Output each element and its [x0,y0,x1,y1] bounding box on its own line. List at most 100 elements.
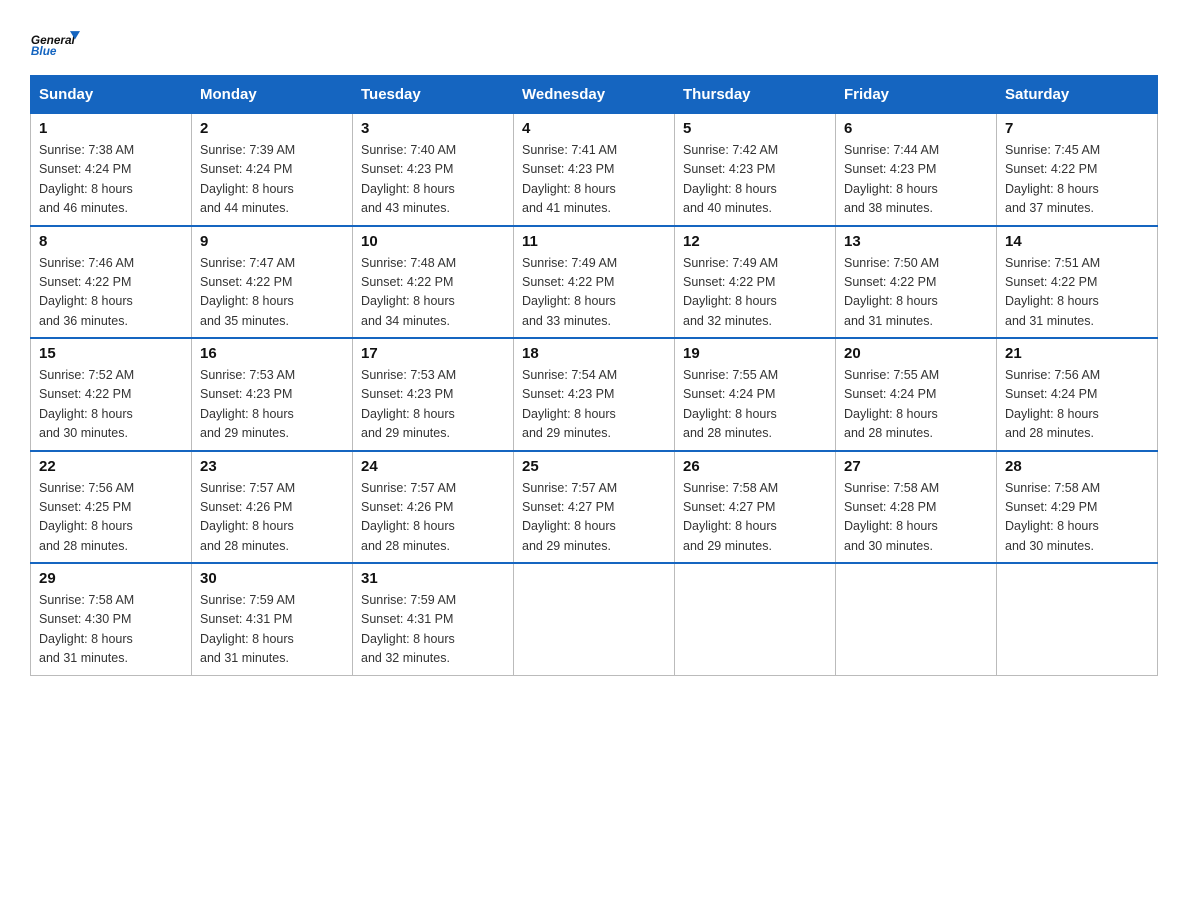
calendar-cell: 26 Sunrise: 7:58 AMSunset: 4:27 PMDayligh… [675,451,836,564]
day-info: Sunrise: 7:40 AMSunset: 4:23 PMDaylight:… [361,141,505,219]
day-header-tuesday: Tuesday [353,76,514,114]
day-number: 19 [683,345,827,362]
calendar-cell [514,563,675,675]
calendar-cell: 9 Sunrise: 7:47 AMSunset: 4:22 PMDaylight… [192,226,353,339]
day-number: 13 [844,233,988,250]
day-info: Sunrise: 7:57 AMSunset: 4:26 PMDaylight:… [361,479,505,557]
day-number: 15 [39,345,183,362]
calendar-cell: 22Sunrise: 7:56 AMSunset: 4:25 PMDayligh… [31,451,192,564]
day-info: Sunrise: 7:49 AMSunset: 4:22 PMDaylight:… [522,254,666,332]
day-number: 20 [844,345,988,362]
calendar-cell [836,563,997,675]
day-number: 29 [39,570,183,587]
calendar-cell: 13Sunrise: 7:50 AMSunset: 4:22 PMDayligh… [836,226,997,339]
calendar-cell: 8 Sunrise: 7:46 AMSunset: 4:22 PMDaylight… [31,226,192,339]
calendar-cell: 23 Sunrise: 7:57 AMSunset: 4:26 PMDayligh… [192,451,353,564]
day-number: 11 [522,233,666,250]
day-number: 5 [683,120,827,137]
calendar-cell: 30 Sunrise: 7:59 AMSunset: 4:31 PMDayligh… [192,563,353,675]
day-info: Sunrise: 7:58 AMSunset: 4:29 PMDaylight:… [1005,479,1149,557]
calendar-week-row: 8 Sunrise: 7:46 AMSunset: 4:22 PMDaylight… [31,226,1158,339]
calendar-cell: 21Sunrise: 7:56 AMSunset: 4:24 PMDayligh… [997,338,1158,451]
day-number: 24 [361,458,505,475]
calendar-week-row: 1Sunrise: 7:38 AMSunset: 4:24 PMDaylight… [31,114,1158,226]
calendar-cell: 19 Sunrise: 7:55 AMSunset: 4:24 PMDayligh… [675,338,836,451]
day-info: Sunrise: 7:55 AMSunset: 4:24 PMDaylight:… [844,366,988,444]
day-info: Sunrise: 7:45 AMSunset: 4:22 PMDaylight:… [1005,141,1149,219]
calendar-cell: 12Sunrise: 7:49 AMSunset: 4:22 PMDayligh… [675,226,836,339]
day-number: 8 [39,233,183,250]
day-number: 14 [1005,233,1149,250]
svg-text:Blue: Blue [31,44,57,58]
day-info: Sunrise: 7:58 AMSunset: 4:30 PMDaylight:… [39,591,183,669]
day-info: Sunrise: 7:52 AMSunset: 4:22 PMDaylight:… [39,366,183,444]
day-number: 4 [522,120,666,137]
day-number: 7 [1005,120,1149,137]
calendar-cell: 27Sunrise: 7:58 AMSunset: 4:28 PMDayligh… [836,451,997,564]
day-number: 12 [683,233,827,250]
calendar-cell: 14 Sunrise: 7:51 AMSunset: 4:22 PMDayligh… [997,226,1158,339]
day-number: 16 [200,345,344,362]
day-info: Sunrise: 7:38 AMSunset: 4:24 PMDaylight:… [39,141,183,219]
day-header-thursday: Thursday [675,76,836,114]
calendar-cell: 28 Sunrise: 7:58 AMSunset: 4:29 PMDayligh… [997,451,1158,564]
calendar-cell: 15 Sunrise: 7:52 AMSunset: 4:22 PMDayligh… [31,338,192,451]
day-info: Sunrise: 7:54 AMSunset: 4:23 PMDaylight:… [522,366,666,444]
day-number: 28 [1005,458,1149,475]
page-header: General Blue [30,20,1158,65]
day-info: Sunrise: 7:59 AMSunset: 4:31 PMDaylight:… [361,591,505,669]
calendar-cell: 16 Sunrise: 7:53 AMSunset: 4:23 PMDayligh… [192,338,353,451]
day-info: Sunrise: 7:55 AMSunset: 4:24 PMDaylight:… [683,366,827,444]
day-number: 21 [1005,345,1149,362]
day-number: 9 [200,233,344,250]
day-info: Sunrise: 7:44 AMSunset: 4:23 PMDaylight:… [844,141,988,219]
day-number: 2 [200,120,344,137]
calendar-cell: 18 Sunrise: 7:54 AMSunset: 4:23 PMDayligh… [514,338,675,451]
calendar-cell: 29 Sunrise: 7:58 AMSunset: 4:30 PMDayligh… [31,563,192,675]
calendar-cell: 10Sunrise: 7:48 AMSunset: 4:22 PMDayligh… [353,226,514,339]
day-number: 30 [200,570,344,587]
day-number: 27 [844,458,988,475]
calendar-week-row: 22Sunrise: 7:56 AMSunset: 4:25 PMDayligh… [31,451,1158,564]
day-number: 23 [200,458,344,475]
day-number: 26 [683,458,827,475]
calendar-cell: 4 Sunrise: 7:41 AMSunset: 4:23 PMDaylight… [514,114,675,226]
day-info: Sunrise: 7:46 AMSunset: 4:22 PMDaylight:… [39,254,183,332]
calendar-cell: 1Sunrise: 7:38 AMSunset: 4:24 PMDaylight… [31,114,192,226]
day-number: 31 [361,570,505,587]
calendar-cell: 7 Sunrise: 7:45 AMSunset: 4:22 PMDaylight… [997,114,1158,226]
calendar-cell [675,563,836,675]
day-info: Sunrise: 7:53 AMSunset: 4:23 PMDaylight:… [200,366,344,444]
calendar-header-row: SundayMondayTuesdayWednesdayThursdayFrid… [31,76,1158,114]
day-number: 18 [522,345,666,362]
logo: General Blue [30,20,84,65]
day-header-monday: Monday [192,76,353,114]
calendar-cell: 31 Sunrise: 7:59 AMSunset: 4:31 PMDayligh… [353,563,514,675]
calendar-cell: 5Sunrise: 7:42 AMSunset: 4:23 PMDaylight… [675,114,836,226]
day-number: 3 [361,120,505,137]
day-header-sunday: Sunday [31,76,192,114]
calendar-cell: 17Sunrise: 7:53 AMSunset: 4:23 PMDayligh… [353,338,514,451]
day-info: Sunrise: 7:39 AMSunset: 4:24 PMDaylight:… [200,141,344,219]
day-info: Sunrise: 7:59 AMSunset: 4:31 PMDaylight:… [200,591,344,669]
logo-svg: General Blue [30,20,80,65]
day-info: Sunrise: 7:58 AMSunset: 4:27 PMDaylight:… [683,479,827,557]
day-info: Sunrise: 7:51 AMSunset: 4:22 PMDaylight:… [1005,254,1149,332]
day-info: Sunrise: 7:57 AMSunset: 4:26 PMDaylight:… [200,479,344,557]
calendar-cell: 6Sunrise: 7:44 AMSunset: 4:23 PMDaylight… [836,114,997,226]
calendar-cell: 2 Sunrise: 7:39 AMSunset: 4:24 PMDaylight… [192,114,353,226]
calendar-table: SundayMondayTuesdayWednesdayThursdayFrid… [30,75,1158,676]
calendar-cell [997,563,1158,675]
day-number: 25 [522,458,666,475]
day-info: Sunrise: 7:48 AMSunset: 4:22 PMDaylight:… [361,254,505,332]
day-header-friday: Friday [836,76,997,114]
calendar-cell: 3 Sunrise: 7:40 AMSunset: 4:23 PMDaylight… [353,114,514,226]
calendar-cell: 24 Sunrise: 7:57 AMSunset: 4:26 PMDayligh… [353,451,514,564]
day-number: 17 [361,345,505,362]
day-info: Sunrise: 7:47 AMSunset: 4:22 PMDaylight:… [200,254,344,332]
day-info: Sunrise: 7:41 AMSunset: 4:23 PMDaylight:… [522,141,666,219]
day-number: 22 [39,458,183,475]
calendar-week-row: 29 Sunrise: 7:58 AMSunset: 4:30 PMDayligh… [31,563,1158,675]
calendar-cell: 20 Sunrise: 7:55 AMSunset: 4:24 PMDayligh… [836,338,997,451]
day-info: Sunrise: 7:57 AMSunset: 4:27 PMDaylight:… [522,479,666,557]
